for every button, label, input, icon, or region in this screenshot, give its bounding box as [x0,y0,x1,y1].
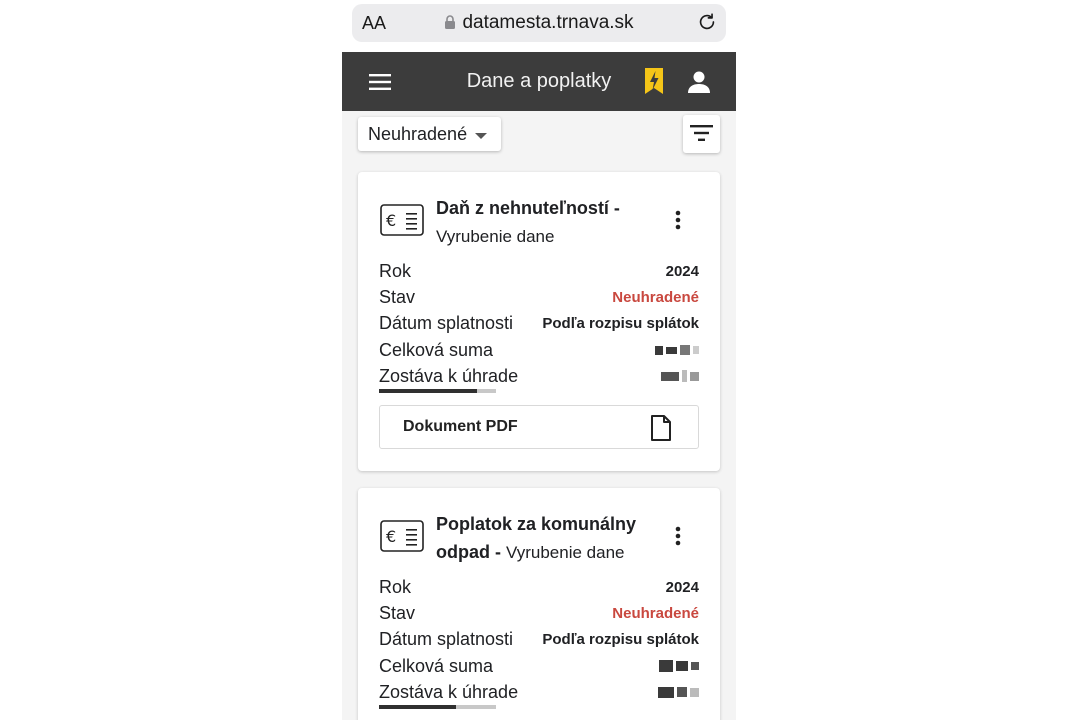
detail-row-total: Celková suma [379,653,699,679]
svg-text:€: € [386,527,396,546]
lock-icon [445,15,456,29]
status-label: Stav [379,602,416,623]
payment-progress-fill [379,705,457,709]
year-label: Rok [379,576,412,597]
detail-row-year: Rok 2024 [379,258,699,284]
pdf-document-button[interactable]: Dokument PDF [379,405,699,449]
detail-row-year: Rok 2024 [379,574,699,600]
user-icon[interactable] [686,69,712,95]
total-value-redacted [655,345,699,356]
due-date-label: Dátum splatnosti [379,313,514,334]
filter-button[interactable] [683,115,720,153]
phone-screen: AA datamesta.trnava.sk Dane a poplatky N… [342,0,736,720]
card-title: Poplatok za komunálny odpad - Vyrubenie … [436,510,646,567]
detail-row-remaining: Zostáva k úhrade [379,679,699,705]
remaining-value-redacted [658,686,699,698]
detail-row-status: Stav Neuhradené [379,284,699,310]
detail-row-due: Dátum splatnosti Podľa rozpisu splátok [379,311,699,337]
due-date-value: Podľa rozpisu splátok [542,315,699,333]
address-bar[interactable]: AA datamesta.trnava.sk [352,4,726,42]
year-value: 2024 [665,578,699,596]
status-value: Neuhradené [612,288,699,306]
bolt-bookmark-icon[interactable] [642,67,666,95]
remaining-value-redacted [661,370,699,383]
card-title-sub: Vyrubenie dane [436,227,555,246]
card-details: Rok 2024 Stav Neuhradené Dátum splatnost… [379,258,699,389]
year-label: Rok [379,260,412,281]
app-bar: Dane a poplatky [342,52,736,111]
pdf-button-label: Dokument PDF [403,418,518,435]
reload-icon[interactable] [696,11,718,33]
total-value-redacted [659,660,699,673]
status-filter-select[interactable]: Neuhradené [358,117,501,151]
euro-invoice-icon: € [380,520,424,552]
due-date-value: Podľa rozpisu splátok [542,631,699,649]
total-label: Celková suma [379,339,494,360]
text-size-icon[interactable]: AA [362,13,386,34]
chevron-down-icon [475,132,488,139]
detail-row-total: Celková suma [379,337,699,363]
more-vert-icon[interactable] [668,208,688,232]
status-label: Stav [379,286,416,307]
due-date-label: Dátum splatnosti [379,629,514,650]
total-label: Celková suma [379,655,494,676]
card-title: Daň z nehnuteľností - Vyrubenie dane [436,194,646,251]
euro-invoice-icon: € [380,204,424,236]
detail-row-remaining: Zostáva k úhrade [379,363,699,389]
card-title-sub: Vyrubenie dane [506,543,625,562]
payment-progress-bar [379,389,496,393]
tax-card[interactable]: € Daň z nehnuteľností - Vyrubenie dane R… [358,172,720,471]
status-value: Neuhradené [612,604,699,622]
page-title: Dane a poplatky [466,70,612,92]
browser-bar: AA datamesta.trnava.sk [342,0,736,52]
filter-icon [690,125,713,141]
card-title-main: Daň z nehnuteľností - [436,198,620,218]
url-text: datamesta.trnava.sk [462,12,634,33]
svg-text:€: € [386,211,396,230]
detail-row-due: Dátum splatnosti Podľa rozpisu splátok [379,627,699,653]
payment-progress-fill [379,389,478,393]
year-value: 2024 [665,262,699,280]
document-icon [651,415,671,441]
card-details: Rok 2024 Stav Neuhradené Dátum splatnost… [379,574,699,705]
remaining-label: Zostáva k úhrade [379,681,519,702]
fee-card[interactable]: € Poplatok za komunálny odpad - Vyrubeni… [358,488,720,720]
remaining-label: Zostáva k úhrade [379,365,519,386]
payment-progress-bar [379,705,496,709]
status-filter-value: Neuhradené [368,123,468,144]
more-vert-icon[interactable] [668,524,688,548]
detail-row-status: Stav Neuhradené [379,600,699,626]
